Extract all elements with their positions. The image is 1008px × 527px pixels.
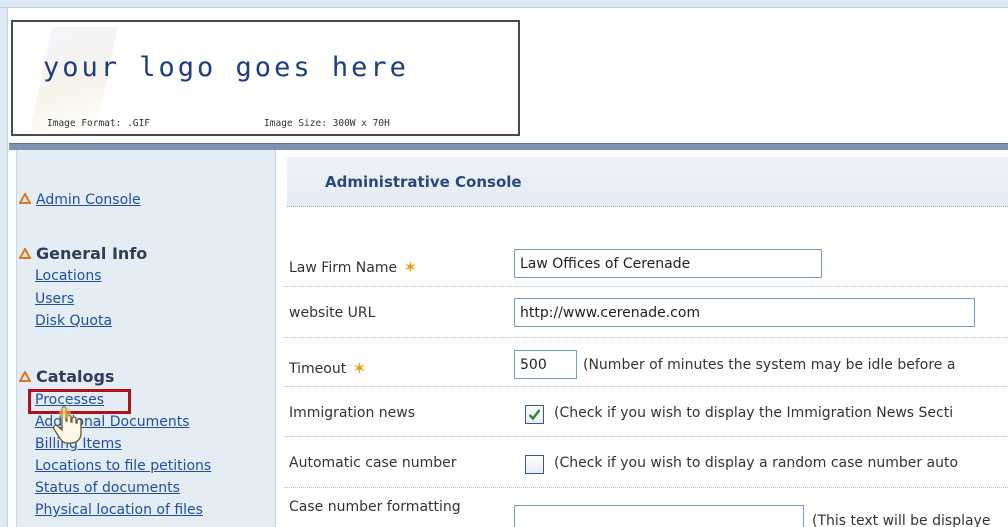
sidebar-heading-label: Catalogs [36,367,115,386]
logo-text: your logo goes here [43,52,409,83]
sidebar-link-admin-console[interactable]: Admin Console [19,192,141,208]
required-star-icon: ✶ [403,258,418,278]
row-divider [284,386,1008,387]
immigration-news-checkbox[interactable] [525,405,544,424]
sidebar-link-locations[interactable]: Locations [35,268,102,284]
automatic-case-number-label: Automatic case number [289,455,457,471]
sidebar-heading-general-info: General Info [19,244,147,263]
triangle-up-icon [19,193,31,204]
timeout-help-text: (Number of minutes the system may be idl… [583,357,956,373]
row-divider [284,286,1008,287]
header-divider-bar [9,143,1008,150]
window-top-border [0,0,1008,8]
field-label-text: Timeout [289,361,347,377]
row-divider [284,337,1008,338]
timeout-input[interactable] [514,350,577,379]
sidebar-link-label: Admin Console [36,192,141,208]
case-number-formatting-label: Case number formatting [289,499,461,515]
required-star-icon: ✶ [352,359,367,379]
logo-image-size: Image Size: 300W x 70H [264,118,390,129]
sidebar-link-additional-documents[interactable]: Additional Documents [35,414,190,430]
triangle-up-icon [19,371,31,382]
sidebar-heading-label: General Info [36,244,148,263]
immigration-news-help-text: (Check if you wish to display the Immigr… [554,405,954,421]
sidebar-link-physical-location-of-files[interactable]: Physical location of files [35,502,203,518]
website-url-label: website URL [289,305,376,321]
sidebar-link-status-of-documents[interactable]: Status of documents [35,480,180,496]
page-title: Administrative Console [325,173,522,191]
automatic-case-number-checkbox[interactable] [525,455,544,474]
logo-placeholder: your logo goes here Image Format: .GIF I… [11,20,520,136]
sidebar-link-billing-items[interactable]: Billing Items [35,436,122,452]
field-label-text: Law Firm Name [289,260,398,276]
row-divider [284,487,1008,488]
immigration-news-label: Immigration news [289,405,416,421]
window-left-border [0,8,8,527]
sidebar-link-locations-to-file-petitions[interactable]: Locations to file petitions [35,458,211,474]
sidebar-link-disk-quota[interactable]: Disk Quota [35,313,112,329]
sidebar-link-processes[interactable]: Processes [35,392,104,408]
triangle-up-icon [19,248,31,259]
case-number-formatting-input[interactable] [514,505,804,527]
website-url-input[interactable] [514,298,975,327]
automatic-case-number-help-text: (Check if you wish to display a random c… [554,455,959,471]
law-firm-name-label: Law Firm Name ✶ [289,257,418,278]
checkmark-icon [528,409,541,421]
sidebar-heading-catalogs: Catalogs [19,367,114,386]
law-firm-name-input[interactable] [514,249,822,278]
sidebar-link-users[interactable]: Users [35,291,74,307]
logo-image-format: Image Format: .GIF [47,118,150,129]
timeout-label: Timeout ✶ [289,358,367,379]
row-divider [284,436,1008,437]
case-number-formatting-help-text: (This text will be displaye [812,513,991,527]
